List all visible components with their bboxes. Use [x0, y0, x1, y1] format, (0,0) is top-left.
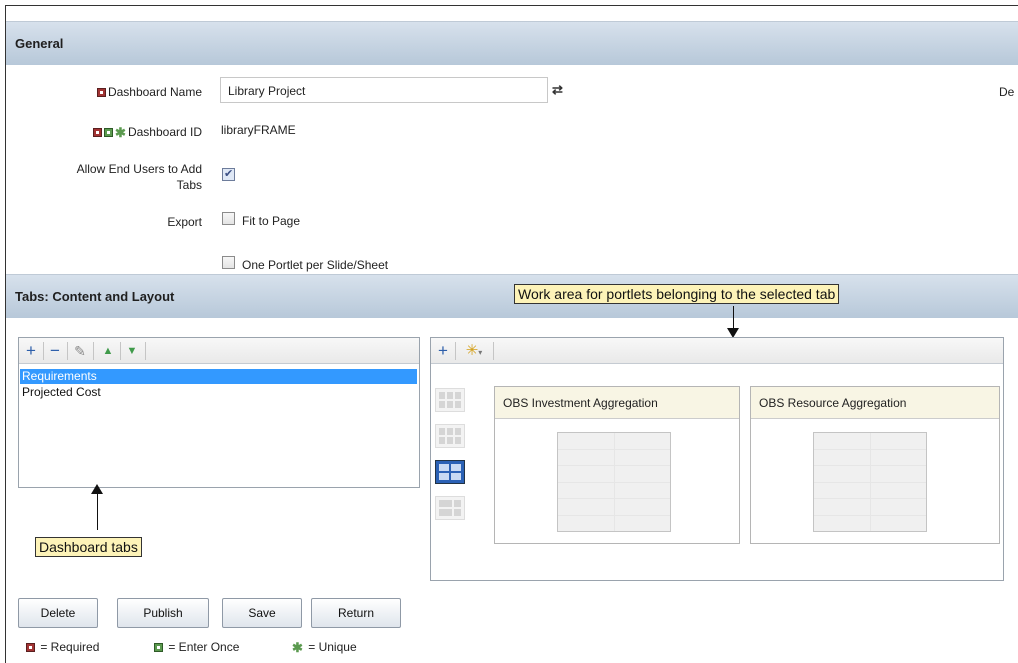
- toolbar-divider: [493, 342, 494, 360]
- tab-list-item-requirements[interactable]: Requirements: [20, 369, 417, 384]
- dashboard-name-input[interactable]: Library Project: [220, 77, 548, 103]
- three-column-layout-icon[interactable]: [435, 388, 465, 412]
- edit-pencil-icon[interactable]: ✎: [70, 341, 90, 361]
- cut-off-label: De: [999, 85, 1015, 99]
- tab-list-item-projected-cost[interactable]: Projected Cost: [20, 385, 417, 400]
- toolbar-divider: [43, 342, 44, 360]
- portlet-title: OBS Investment Aggregation: [495, 387, 739, 419]
- unique-icon: ✱: [115, 125, 126, 140]
- portlet-obs-resource[interactable]: OBS Resource Aggregation: [750, 386, 1000, 544]
- legend-enter-once: = Enter Once: [154, 640, 239, 654]
- move-down-icon[interactable]: ▼: [122, 341, 142, 361]
- allow-tabs-label: Allow End Users to Add Tabs: [76, 162, 202, 192]
- tab-list-panel: + − ✎ ▲ ▼ Requirements Projected Cost: [18, 337, 420, 488]
- add-portlet-icon[interactable]: +: [433, 341, 453, 361]
- dashboard-name-label: Dashboard Name: [46, 85, 202, 99]
- tab-list-toolbar: + − ✎ ▲ ▼: [19, 338, 419, 364]
- three-column-alt-layout-icon[interactable]: [435, 424, 465, 448]
- dashboard-tabs-arrow-head: [91, 484, 103, 494]
- toolbar-divider: [93, 342, 94, 360]
- move-up-icon[interactable]: ▲: [98, 341, 118, 361]
- unique-icon: ✱: [292, 640, 303, 655]
- toolbar-divider: [67, 342, 68, 360]
- fit-to-page-label: Fit to Page: [242, 214, 301, 228]
- work-area-callout: Work area for portlets belonging to the …: [514, 284, 840, 304]
- toolbar-divider: [145, 342, 146, 360]
- legend-unique: ✱ = Unique: [292, 640, 357, 655]
- fit-to-page-checkbox[interactable]: [222, 212, 235, 225]
- required-icon: [96, 88, 106, 97]
- work-area-panel: + ✳▾ OBS Investment Aggregation OBS Reso…: [430, 337, 1004, 581]
- table-placeholder-icon: [557, 432, 671, 532]
- toolbar-divider: [120, 342, 121, 360]
- wide-narrow-layout-icon[interactable]: [435, 496, 465, 520]
- general-section-header: General: [6, 21, 1018, 65]
- one-portlet-label: One Portlet per Slide/Sheet: [242, 258, 389, 272]
- export-label: Export: [167, 215, 202, 229]
- required-icon: [26, 643, 35, 652]
- dashboard-tabs-callout: Dashboard tabs: [35, 537, 142, 557]
- legend-required: = Required: [26, 640, 99, 654]
- one-portlet-checkbox[interactable]: [222, 256, 235, 269]
- remove-icon[interactable]: −: [45, 341, 65, 361]
- work-area-arrow-line: [733, 306, 734, 330]
- required-icon: [93, 128, 103, 137]
- dashboard-properties-page: General Dashboard Name Library Project ⇄…: [5, 5, 1018, 663]
- two-column-layout-icon[interactable]: [435, 460, 465, 484]
- dashboard-id-value: libraryFRAME: [221, 123, 296, 137]
- allow-tabs-checkbox[interactable]: [222, 167, 235, 181]
- delete-button[interactable]: Delete: [18, 598, 98, 628]
- portlet-title: OBS Resource Aggregation: [751, 387, 999, 419]
- return-button[interactable]: Return: [311, 598, 401, 628]
- enter-once-icon: [154, 643, 163, 652]
- portlet-obs-investment[interactable]: OBS Investment Aggregation: [494, 386, 740, 544]
- work-area-toolbar: + ✳▾: [431, 338, 1003, 364]
- translate-icon[interactable]: ⇄: [552, 82, 563, 98]
- publish-button[interactable]: Publish: [117, 598, 209, 628]
- asterisk-dropdown-icon[interactable]: ✳▾: [459, 341, 489, 361]
- save-button[interactable]: Save: [222, 598, 302, 628]
- enter-once-icon: [104, 128, 114, 137]
- table-placeholder-icon: [813, 432, 927, 532]
- add-icon[interactable]: +: [21, 341, 41, 361]
- tabs-section-header: Tabs: Content and Layout: [6, 274, 1018, 318]
- dashboard-tabs-arrow-line: [97, 494, 98, 530]
- toolbar-divider: [455, 342, 456, 360]
- dashboard-id-label: ✱ Dashboard ID: [36, 125, 202, 141]
